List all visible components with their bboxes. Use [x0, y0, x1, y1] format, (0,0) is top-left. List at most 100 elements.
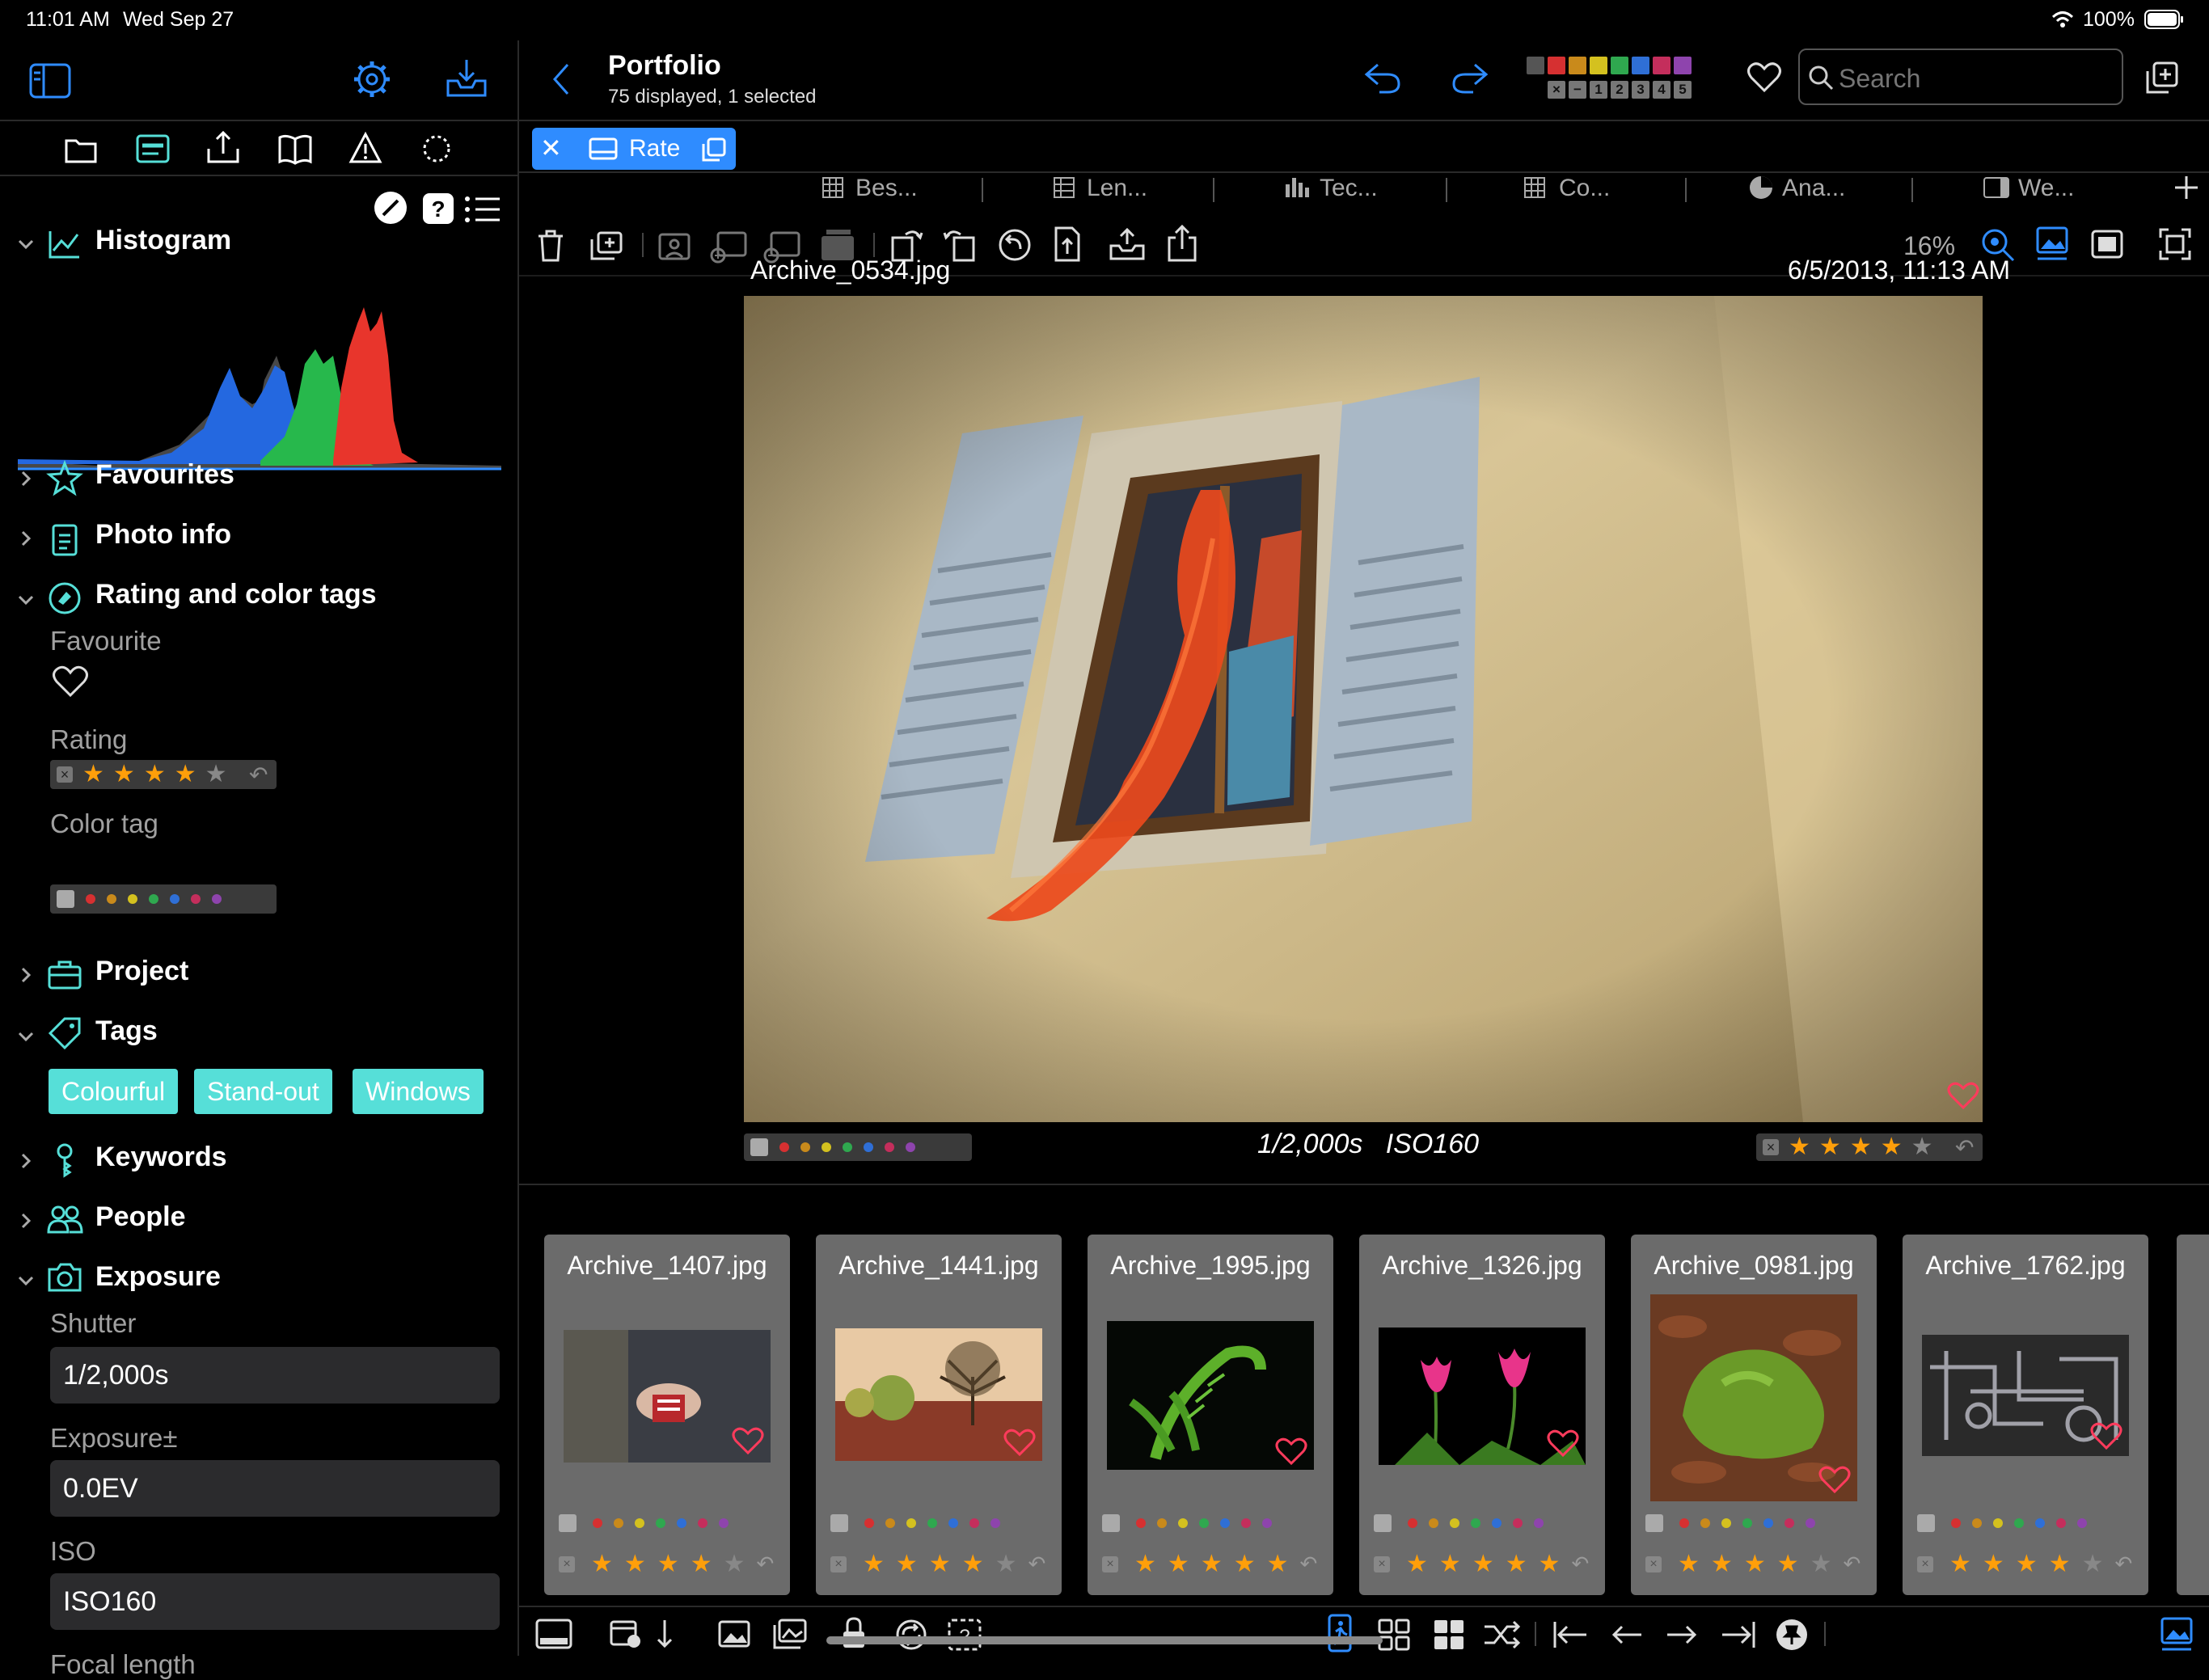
- section-tags[interactable]: Tags: [95, 1015, 158, 1047]
- rating-filter-swatch[interactable]: 3: [1632, 81, 1649, 99]
- export-tray-icon[interactable]: [207, 130, 239, 163]
- rating-filter-swatch[interactable]: 2: [1611, 81, 1628, 99]
- thumbnail-image[interactable]: [1379, 1328, 1586, 1465]
- color-dot[interactable]: [149, 894, 158, 904]
- color-filter-swatch[interactable]: [1569, 57, 1586, 74]
- thumbnail-rating[interactable]: × ★ ★ ★ ★ ★ ↶: [1645, 1551, 1861, 1577]
- fullscreen-icon[interactable]: [2159, 228, 2191, 260]
- trash-icon[interactable]: [537, 230, 564, 262]
- slideshow-runner-icon[interactable]: [1328, 1614, 1352, 1653]
- dashed-circle-icon[interactable]: [422, 134, 451, 163]
- duplicate-icon[interactable]: [590, 231, 623, 260]
- chevron-right-icon[interactable]: [18, 1213, 34, 1229]
- color-dot[interactable]: [212, 894, 222, 904]
- color-dot[interactable]: [191, 894, 201, 904]
- gear-icon[interactable]: [353, 60, 391, 99]
- viewer-stars[interactable]: ★ ★ ★ ★ ★: [1789, 1135, 1933, 1159]
- heart-outline-icon[interactable]: [52, 665, 89, 699]
- thumbnail-color-tags[interactable]: [1917, 1514, 2087, 1532]
- sidebar-stars[interactable]: ★ ★ ★ ★ ★: [82, 762, 227, 787]
- image-view-icon[interactable]: [2160, 1617, 2193, 1651]
- section-people[interactable]: People: [95, 1201, 185, 1233]
- section-histogram[interactable]: Histogram: [95, 225, 231, 256]
- thumbnail-heart-icon[interactable]: [1547, 1429, 1579, 1458]
- sort-down-icon[interactable]: [655, 1619, 674, 1651]
- thumbnail-heart-icon[interactable]: [1003, 1429, 1036, 1458]
- shutter-field[interactable]: 1/2,000s: [50, 1347, 500, 1404]
- color-filter-swatch[interactable]: [1632, 57, 1649, 74]
- color-dot[interactable]: [128, 894, 137, 904]
- chevron-right-icon[interactable]: [18, 967, 34, 983]
- sidebar-color-tag-control[interactable]: [50, 884, 277, 914]
- thumbnail-color-tags[interactable]: [1645, 1514, 1815, 1532]
- rating-filter-swatch[interactable]: 1: [1590, 81, 1607, 99]
- first-icon[interactable]: [1552, 1620, 1588, 1649]
- back-chevron-icon[interactable]: [551, 61, 571, 97]
- thumbnail-card[interactable]: Archive_1407.jpg × ★ ★ ★ ★ ★ ↶: [544, 1235, 790, 1595]
- thumbnail-color-tags[interactable]: [559, 1514, 729, 1532]
- viewer-rating-control[interactable]: × ★ ★ ★ ★ ★ ↶: [1756, 1133, 1983, 1161]
- star-empty-icon[interactable]: ★: [1911, 1135, 1933, 1159]
- warning-icon[interactable]: [348, 131, 382, 163]
- thumbnail-heart-icon[interactable]: [732, 1427, 764, 1456]
- color-filter-swatch[interactable]: [1674, 57, 1692, 74]
- upload-tray-icon[interactable]: [1108, 226, 1147, 262]
- last-icon[interactable]: [1721, 1620, 1756, 1649]
- thumbnail-partial[interactable]: [2177, 1235, 2209, 1595]
- clear-rating-icon[interactable]: ×: [57, 766, 73, 783]
- new-window-icon[interactable]: [2146, 61, 2178, 94]
- chevron-right-icon[interactable]: [18, 471, 34, 487]
- heart-filter-icon[interactable]: [1747, 61, 1782, 94]
- star-filled-icon[interactable]: ★: [1819, 1135, 1841, 1159]
- thumbnail-card[interactable]: Archive_1995.jpg × ★ ★ ★ ★ ★ ↶: [1088, 1235, 1333, 1595]
- star-filled-icon[interactable]: ★: [1789, 1135, 1810, 1159]
- star-filled-icon[interactable]: ★: [144, 762, 166, 787]
- thumbnail-rating[interactable]: × ★ ★ ★ ★ ★ ↶: [1102, 1551, 1317, 1577]
- main-photo[interactable]: [744, 296, 1983, 1122]
- thumbnail-card[interactable]: Archive_0981.jpg × ★ ★ ★ ★ ★ ↶: [1631, 1235, 1877, 1595]
- tag-chip[interactable]: Windows: [353, 1069, 484, 1114]
- previous-icon[interactable]: [1611, 1620, 1643, 1649]
- help-icon[interactable]: ?: [422, 192, 454, 225]
- thumbnail-rating[interactable]: × ★ ★ ★ ★ ★ ↶: [559, 1551, 774, 1577]
- color-dot[interactable]: [864, 1142, 873, 1152]
- color-dot[interactable]: [800, 1142, 810, 1152]
- thumbnail-rating[interactable]: × ★ ★ ★ ★ ★ ↶: [1917, 1551, 2132, 1577]
- thumbnail-rating[interactable]: × ★ ★ ★ ★ ★ ↶: [830, 1551, 1045, 1577]
- revert-icon[interactable]: ↶: [1955, 1134, 1974, 1161]
- thumbnail-heart-icon[interactable]: [2090, 1422, 2122, 1451]
- star-filled-icon[interactable]: ★: [113, 762, 135, 787]
- folder-icon[interactable]: [65, 136, 97, 163]
- redo-icon[interactable]: [1451, 61, 1489, 94]
- pin-icon[interactable]: [1776, 1619, 1808, 1651]
- image-view-icon[interactable]: [2036, 226, 2068, 262]
- color-filter-swatch[interactable]: [1527, 57, 1544, 74]
- color-dot[interactable]: [822, 1142, 831, 1152]
- section-project[interactable]: Project: [95, 956, 188, 987]
- color-tag-dots[interactable]: [779, 1142, 915, 1152]
- import-icon[interactable]: [445, 58, 488, 99]
- tag-chip[interactable]: Colourful: [49, 1069, 179, 1114]
- tab-color[interactable]: Co...: [1559, 175, 1610, 202]
- color-dot[interactable]: [906, 1142, 915, 1152]
- thumbnail-image[interactable]: [835, 1328, 1042, 1464]
- filmstrip-toggle-icon[interactable]: [535, 1619, 572, 1651]
- thumbnail-image[interactable]: [1107, 1321, 1314, 1473]
- tab-web[interactable]: We...: [2018, 175, 2074, 202]
- section-rating-color[interactable]: Rating and color tags: [95, 579, 377, 610]
- rating-filter-row[interactable]: × −1 2 3 4 5: [1527, 81, 1692, 99]
- thumbnail-heart-icon[interactable]: [1818, 1466, 1851, 1495]
- color-filter-swatch[interactable]: [1548, 57, 1565, 74]
- no-color-swatch[interactable]: [57, 890, 74, 908]
- thumbnail-color-tags[interactable]: [1102, 1514, 1272, 1532]
- add-tab-icon[interactable]: [2173, 175, 2199, 201]
- section-exposure[interactable]: Exposure: [95, 1261, 221, 1293]
- thumbnail-card[interactable]: Archive_1762.jpg × ★ ★ ★ ★ ★ ↶: [1903, 1235, 2148, 1595]
- color-filter-swatch[interactable]: [1611, 57, 1628, 74]
- chevron-down-icon[interactable]: [18, 1028, 34, 1045]
- list-icon[interactable]: [464, 196, 501, 223]
- book-icon[interactable]: [278, 134, 312, 165]
- photo-icon[interactable]: [718, 1620, 750, 1649]
- grid-view-filled-icon[interactable]: [1433, 1619, 1465, 1651]
- search-input[interactable]: [1837, 61, 2115, 95]
